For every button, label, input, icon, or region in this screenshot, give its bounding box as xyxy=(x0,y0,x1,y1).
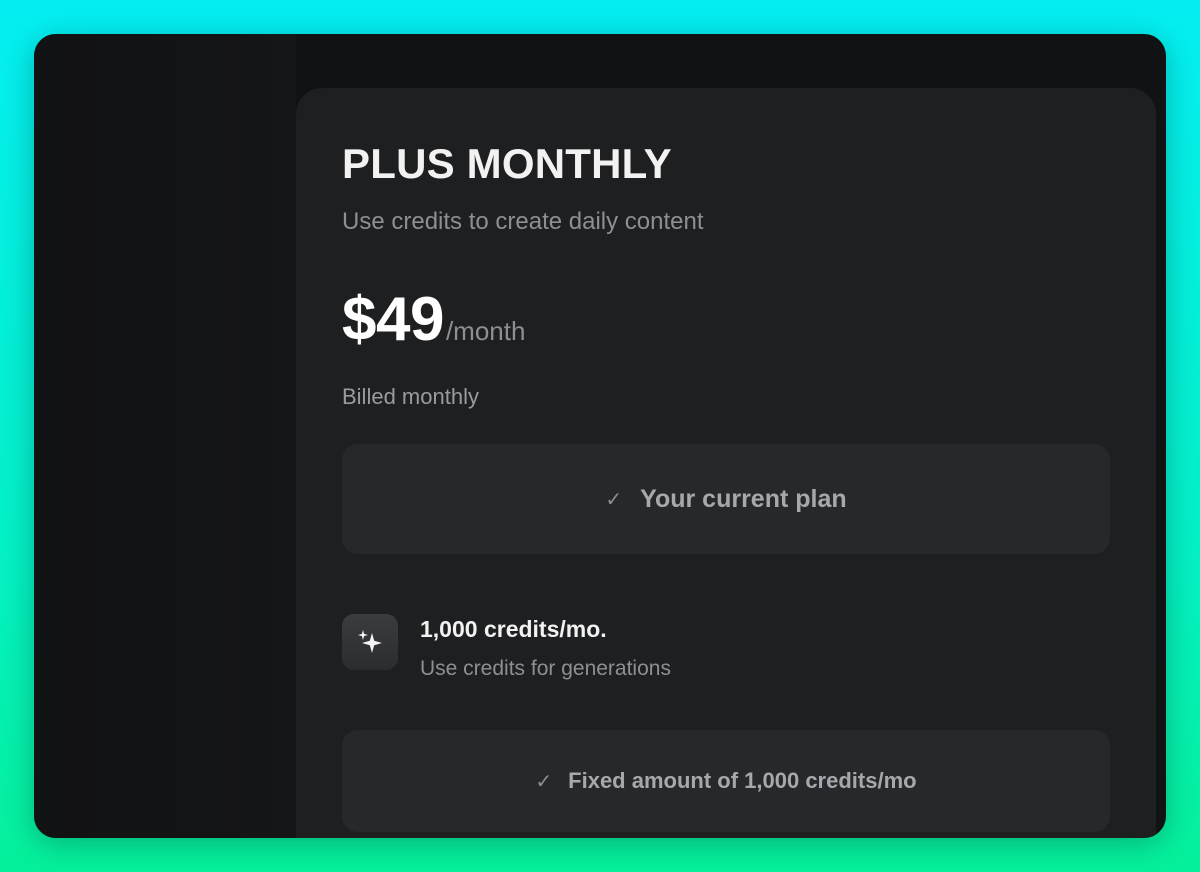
plan-card: PLUS MONTHLY Use credits to create daily… xyxy=(296,88,1156,838)
current-plan-button[interactable]: ✓ Your current plan xyxy=(342,444,1110,554)
fixed-amount-box: ✓ Fixed amount of 1,000 credits/mo xyxy=(342,730,1110,832)
plan-price: $49 xyxy=(342,285,444,354)
check-icon: ✓ xyxy=(605,488,623,511)
billing-frequency: Billed monthly xyxy=(342,384,479,409)
feature-title: 1,000 credits/mo. xyxy=(420,616,607,642)
plan-subtitle: Use credits to create daily content xyxy=(342,208,704,235)
plan-period: /month xyxy=(445,316,526,346)
price-row: $49 /month xyxy=(342,284,525,355)
check-icon: ✓ xyxy=(535,770,553,793)
feature-subtitle: Use credits for generations xyxy=(420,657,671,680)
current-plan-label: Your current plan xyxy=(640,484,847,513)
fixed-amount-label: Fixed amount of 1,000 credits/mo xyxy=(568,768,917,793)
sidebar xyxy=(34,34,296,838)
app-window: PLUS MONTHLY Use credits to create daily… xyxy=(34,34,1166,838)
feature-credits: 1,000 credits/mo. Use credits for genera… xyxy=(342,612,671,681)
plan-title: PLUS MONTHLY xyxy=(342,140,672,187)
sparkles-icon xyxy=(342,614,398,670)
